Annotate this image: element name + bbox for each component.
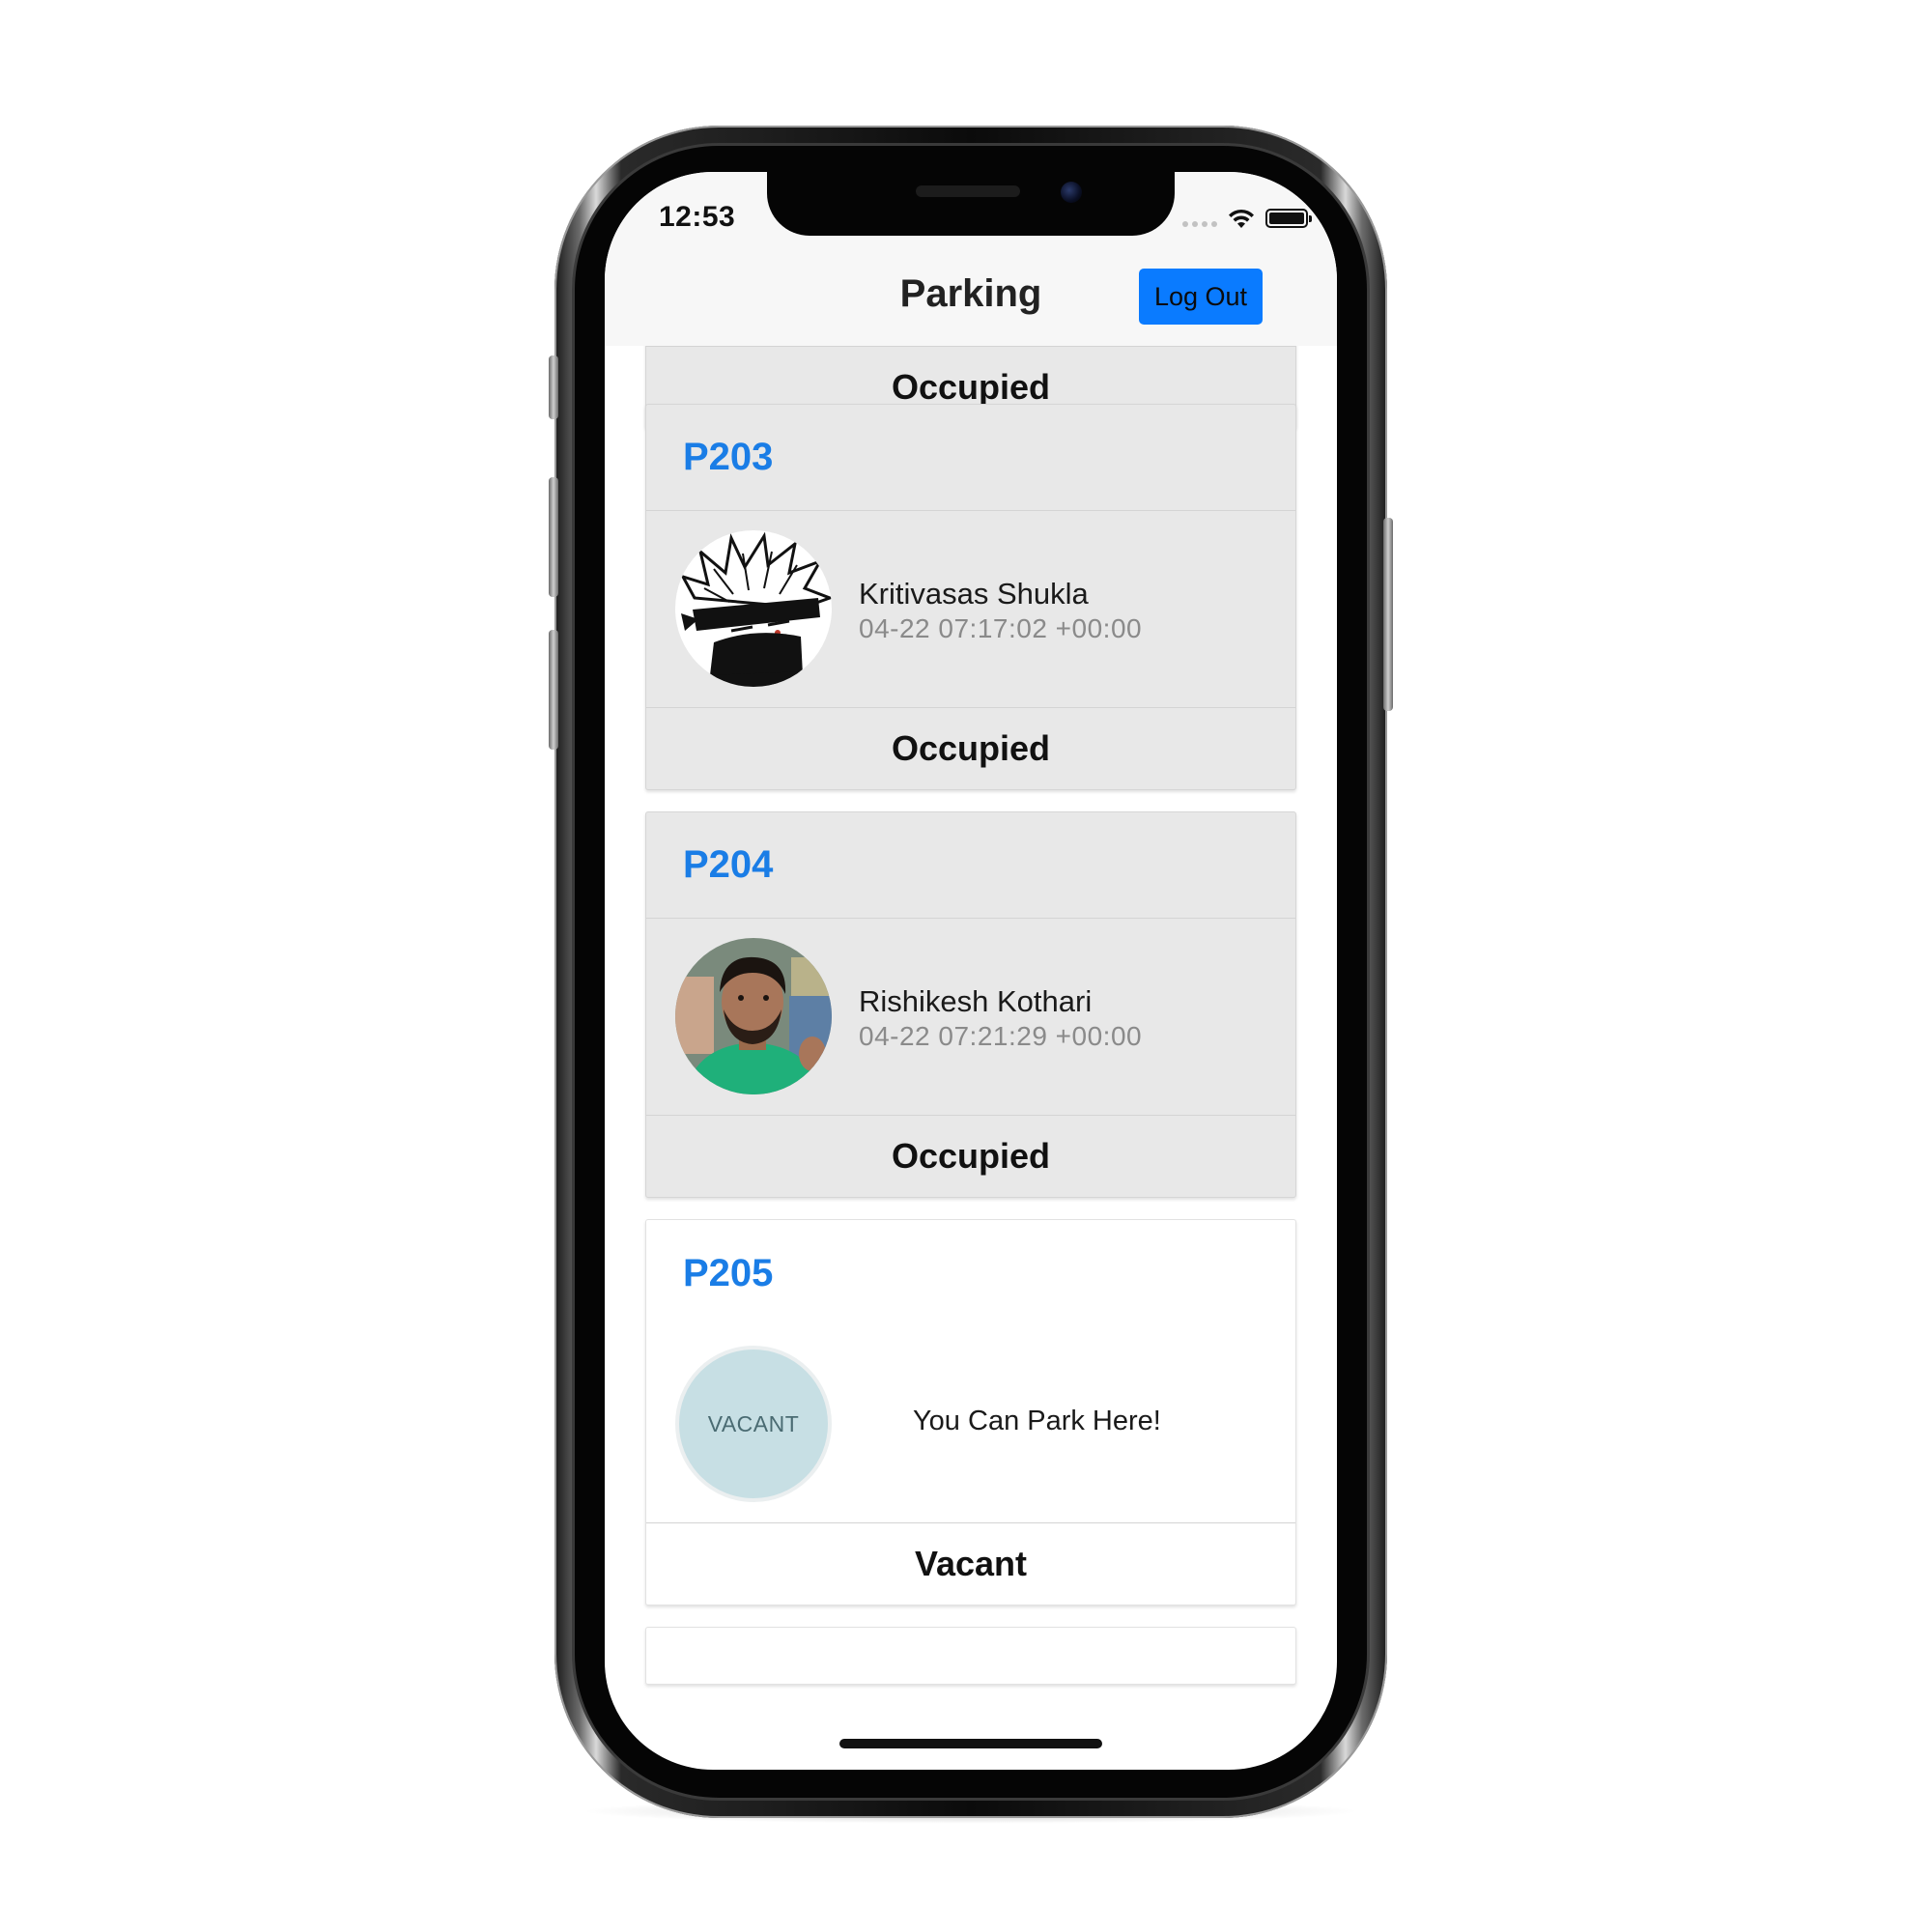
status-time: 12:53 [659,201,736,233]
mute-switch [549,355,558,419]
parking-slot-card[interactable]: P204 Rishikesh Kothari 04-22 07:21:29 +0… [645,811,1296,1198]
wifi-icon [1229,209,1254,228]
driver-avatar [675,530,832,687]
driver-name: Kritivasas Shukla [859,577,1089,611]
parked-time: 04-22 07:21:29 +00:00 [859,1021,1143,1051]
vacant-message: You Can Park Here! [913,1406,1161,1436]
slot-status: Vacant [914,1544,1028,1583]
parked-time: 04-22 07:17:02 +00:00 [859,613,1143,643]
slot-header: P205 [646,1220,1295,1326]
slot-status: Occupied [891,1136,1051,1176]
phone-screen: 12:53 Parking Log Out Occupied P203 Krit… [605,172,1337,1770]
power-button [1383,518,1393,711]
driver-avatar [675,938,832,1094]
slot-body: Kritivasas Shukla 04-22 07:17:02 +00:00 [646,511,1295,708]
slot-body [646,346,1295,347]
logout-button[interactable]: Log Out [1139,269,1263,325]
volume-up-button [549,477,558,597]
slot-body: VACANT You Can Park Here! [646,1326,1295,1523]
vacant-avatar: VACANT [675,1346,832,1502]
slot-id: P203 [683,436,774,478]
slot-header: P203 [646,405,1295,511]
parking-slot-card[interactable]: P203 Kritivasas Shukla 04-22 07:17:02 +0… [645,404,1296,790]
parking-slot-list[interactable]: Occupied P203 Kritivasas Shukla 04-22 07… [605,346,1337,1770]
volume-down-button [549,630,558,750]
cellular-signal-icon [1182,221,1217,227]
battery-icon [1265,209,1312,228]
slot-body: Rishikesh Kothari 04-22 07:21:29 +00:00 [646,919,1295,1116]
parking-slot-card[interactable] [645,1627,1296,1685]
earpiece-speaker [916,185,1020,197]
driver-name: Rishikesh Kothari [859,984,1093,1018]
vacant-avatar-label: VACANT [707,1410,800,1436]
home-indicator[interactable] [839,1739,1102,1748]
slot-id: P205 [683,1251,774,1294]
slot-status: Occupied [891,728,1051,768]
slot-id: P204 [683,843,774,886]
notch [767,172,1175,236]
front-camera [1061,182,1082,203]
parking-slot-card[interactable]: P205 VACANT You Can Park Here! Vacant [645,1219,1296,1605]
status-icons [1182,207,1312,230]
slot-header: P204 [646,812,1295,919]
